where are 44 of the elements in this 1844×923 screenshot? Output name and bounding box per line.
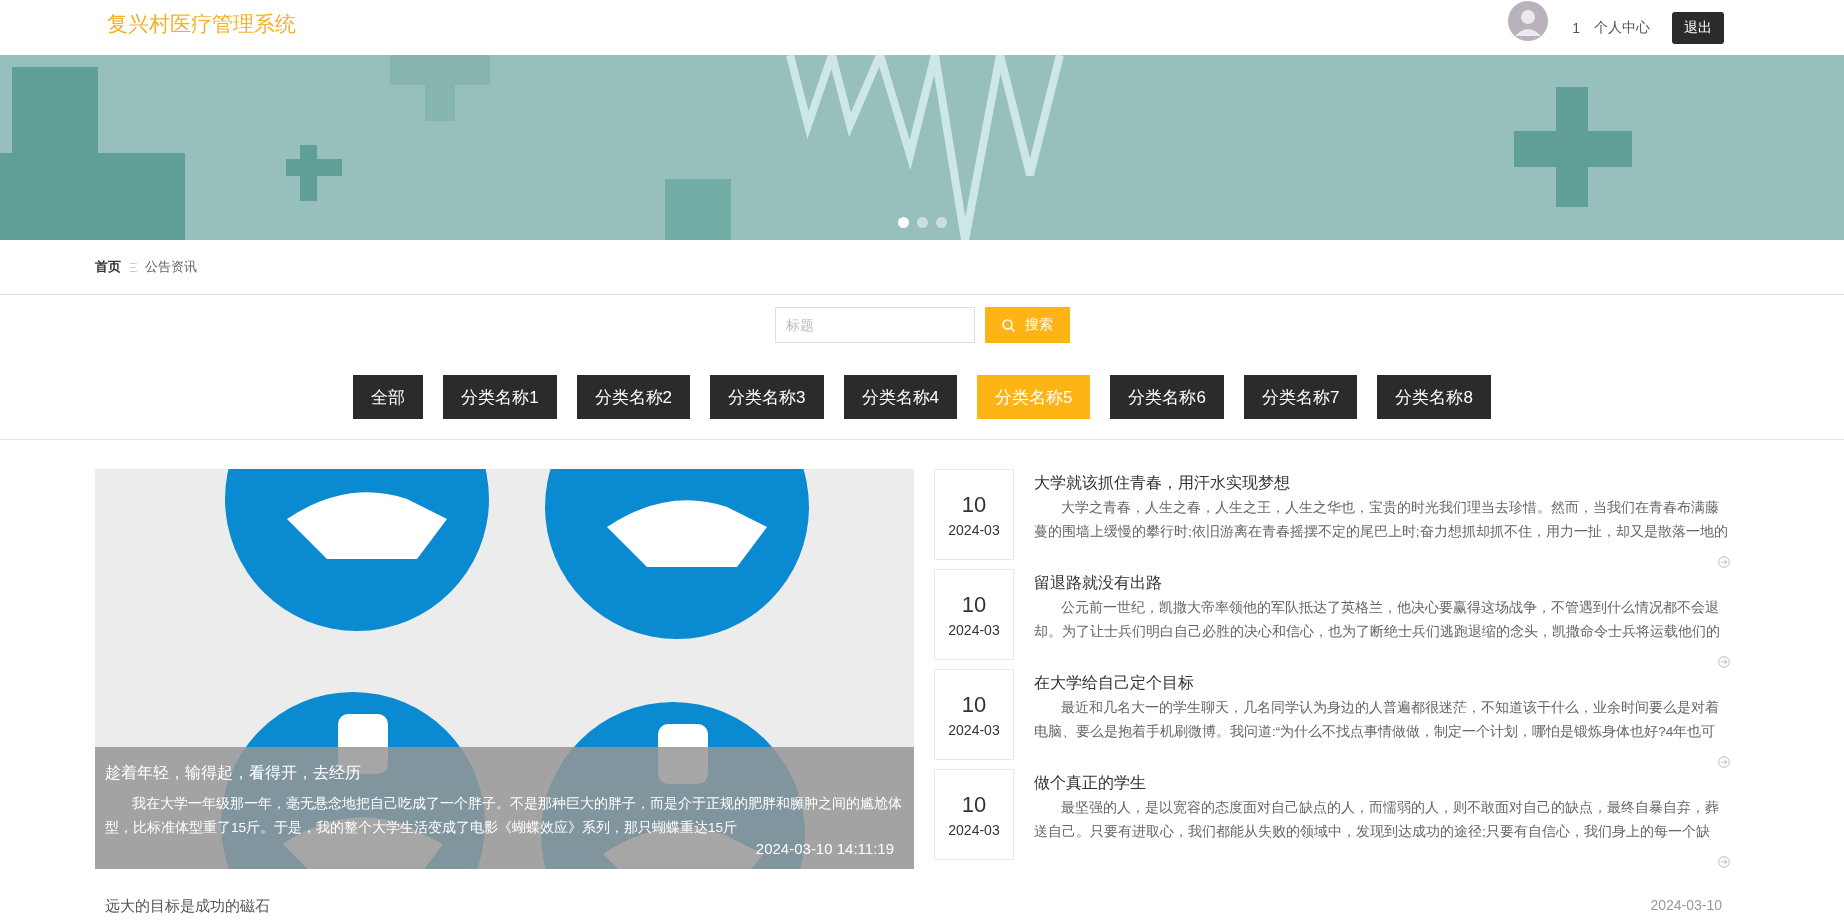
news-summary: 最近和几名大一的学生聊天，几名同学认为身边的人普遍都很迷茫，不知道该干什么，业余时间要么是对着电脑、要么是抱着手机刷微博。我问道:“为什么不找点事情做做，制定一个计划，哪怕是锻炼身体也好?4年也可 — [1034, 699, 1720, 741]
news-title[interactable]: 留退路就没有出路 — [1034, 573, 1728, 594]
news-summary: 公元前一世纪，凯撒大帝率领他的军队抵达了英格兰，他决心要赢得这场战争，不管遇到什么情况都不会退却。为了让士兵们明白自己必胜的决心和信心，也为了断绝士兵们逃跑退缩的念头，凯撒命令士兵将运载他们的 — [1034, 599, 1721, 641]
featured-time: 2024-03-10 14:11:19 — [755, 840, 894, 857]
search-icon — [1001, 318, 1015, 332]
news-summary: 大学之青春，人生之春，人生之王，人生之华也，宝贵的时光我们理当去珍惜。然而，当我们在青春布满藤蔓的围墙上缓慢的攀行时;依旧游离在青春摇摆不定的尾巴上时;奋力想抓却抓不住，用力一扯，却又是散落一地的 — [1034, 499, 1728, 541]
date-day: 10 — [961, 691, 987, 718]
avatar-icon[interactable] — [1508, 0, 1549, 41]
date-month: 2024-03 — [948, 521, 1000, 538]
carousel-dot[interactable] — [935, 217, 947, 228]
category-tab[interactable]: 全部 — [353, 375, 424, 419]
date-day: 10 — [961, 591, 987, 618]
arrow-circle-icon[interactable] — [1718, 656, 1730, 668]
news-title[interactable]: 在大学给自己定个目标 — [1034, 673, 1728, 694]
arrow-circle-icon[interactable] — [1718, 856, 1730, 868]
category-tab[interactable]: 分类名称7 — [1243, 375, 1358, 419]
breadcrumb-link[interactable]: 公告资讯 — [145, 258, 198, 276]
date-month: 2024-03 — [948, 821, 1000, 838]
news-summary: 最坚强的人，是以宽容的态度面对自己缺点的人，而懦弱的人，则不敢面对自己的缺点，最终自暴自弃，葬送自己。只要有进取心，我们都能从失败的领域中，发现到达成功的途径;只要有自信心，我们身上的每一个缺 — [1034, 799, 1720, 841]
arrow-circle-icon[interactable] — [1718, 556, 1730, 568]
news-title[interactable]: 大学就该抓住青春，用汗水实现梦想 — [1034, 473, 1728, 494]
category-tab[interactable]: 分类名称4 — [843, 375, 957, 419]
breadcrumb-link[interactable]: 首页 — [95, 258, 121, 276]
date-month: 2024-03 — [948, 621, 1000, 638]
date-month: 2024-03 — [948, 721, 1000, 738]
date-day: 10 — [961, 491, 987, 518]
category-tab[interactable]: 分类名称2 — [576, 375, 691, 419]
username: 1 — [1572, 19, 1580, 36]
featured-summary: 我在大学一年级那一年，毫无悬念地把自己吃成了一个胖子。不是那种巨大的胖子，而是介于正规的肥胖和臃肿之间的尴尬体型，比标准体型重了15斤。于是，我的整个大学生活变成了电影《蝴蝶效应》系列，那只蝴蝶重达15斤 — [105, 795, 903, 837]
category-tab[interactable]: 分类名称6 — [1110, 375, 1224, 419]
news-title[interactable]: 做个真正的学生 — [1034, 773, 1728, 794]
news-title[interactable]: 远大的目标是成功的磁石 — [105, 897, 270, 916]
arrow-circle-icon[interactable] — [1718, 756, 1730, 768]
search-field[interactable]: 标题 — [774, 307, 975, 343]
category-tab[interactable]: 分类名称1 — [443, 375, 557, 419]
carousel-dot[interactable] — [897, 217, 909, 228]
logout-button[interactable]: 退出 — [1672, 11, 1724, 44]
news-date: 2024-03-10 — [1650, 897, 1722, 915]
category-tab[interactable]: 分类名称8 — [1377, 375, 1491, 419]
carousel-dot[interactable] — [916, 217, 928, 228]
profile-link[interactable]: 个人中心 — [1594, 18, 1650, 37]
site-title: 复兴村医疗管理系统 — [107, 10, 296, 37]
date-day: 10 — [961, 791, 987, 818]
category-tab[interactable]: 分类名称3 — [710, 375, 824, 419]
